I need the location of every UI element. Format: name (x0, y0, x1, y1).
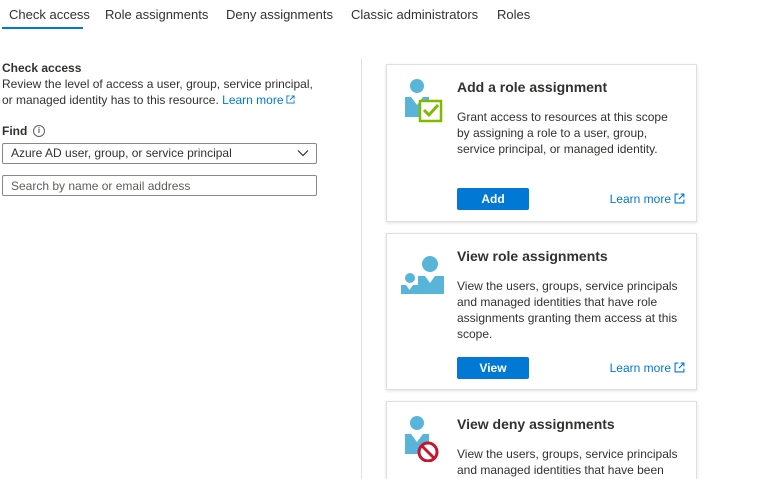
card-description: View the users, groups, service principa… (457, 447, 678, 477)
view-deny-assignments-card: View deny assignments View the users, gr… (386, 401, 697, 479)
view-role-assignments-card: View role assignments View the users, gr… (386, 233, 697, 390)
check-access-learn-more-link[interactable]: Learn more (222, 93, 295, 107)
add-role-assignment-card: Add a role assignment Grant access to re… (386, 64, 697, 222)
card-title: View deny assignments (457, 416, 615, 432)
view-button[interactable]: View (457, 357, 529, 379)
check-access-title: Check access (2, 61, 82, 75)
card-description: Grant access to resources at this scope … (457, 110, 668, 156)
tab-deny-assignments[interactable]: Deny assignments (226, 7, 333, 22)
add-button[interactable]: Add (457, 188, 529, 210)
tab-classic-administrators[interactable]: Classic administrators (351, 7, 478, 22)
external-link-icon (285, 95, 295, 104)
tab-check-access[interactable]: Check access (9, 7, 90, 22)
learn-more-label: Learn more (222, 93, 284, 107)
learn-more-label: Learn more (609, 361, 671, 375)
find-label: Find (2, 124, 28, 138)
external-link-icon (674, 193, 685, 204)
active-tab-indicator (2, 27, 83, 29)
search-input[interactable] (2, 175, 317, 196)
view-learn-more-link[interactable]: Learn more (610, 361, 685, 375)
external-link-icon (674, 362, 685, 373)
tab-role-assignments[interactable]: Role assignments (105, 7, 208, 22)
tab-roles[interactable]: Roles (497, 7, 530, 22)
user-deny-icon (405, 416, 439, 462)
add-learn-more-link[interactable]: Learn more (610, 192, 685, 206)
card-title: Add a role assignment (457, 79, 608, 95)
tab-bar: Check access Role assignments Deny assig… (0, 0, 758, 34)
find-type-dropdown[interactable]: Azure AD user, group, or service princip… (2, 143, 317, 164)
card-title: View role assignments (457, 248, 608, 264)
check-access-description: Review the level of access a user, group… (2, 76, 322, 108)
pane-divider (361, 58, 362, 479)
check-access-panel: Check access Review the level of access … (2, 60, 332, 196)
info-icon[interactable]: i (33, 125, 45, 137)
user-check-icon (405, 79, 443, 123)
find-type-value: Azure AD user, group, or service princip… (11, 146, 232, 160)
chevron-down-icon (297, 150, 309, 157)
learn-more-label: Learn more (609, 192, 671, 206)
users-group-icon (401, 256, 444, 294)
card-description: View the users, groups, service principa… (457, 279, 678, 341)
